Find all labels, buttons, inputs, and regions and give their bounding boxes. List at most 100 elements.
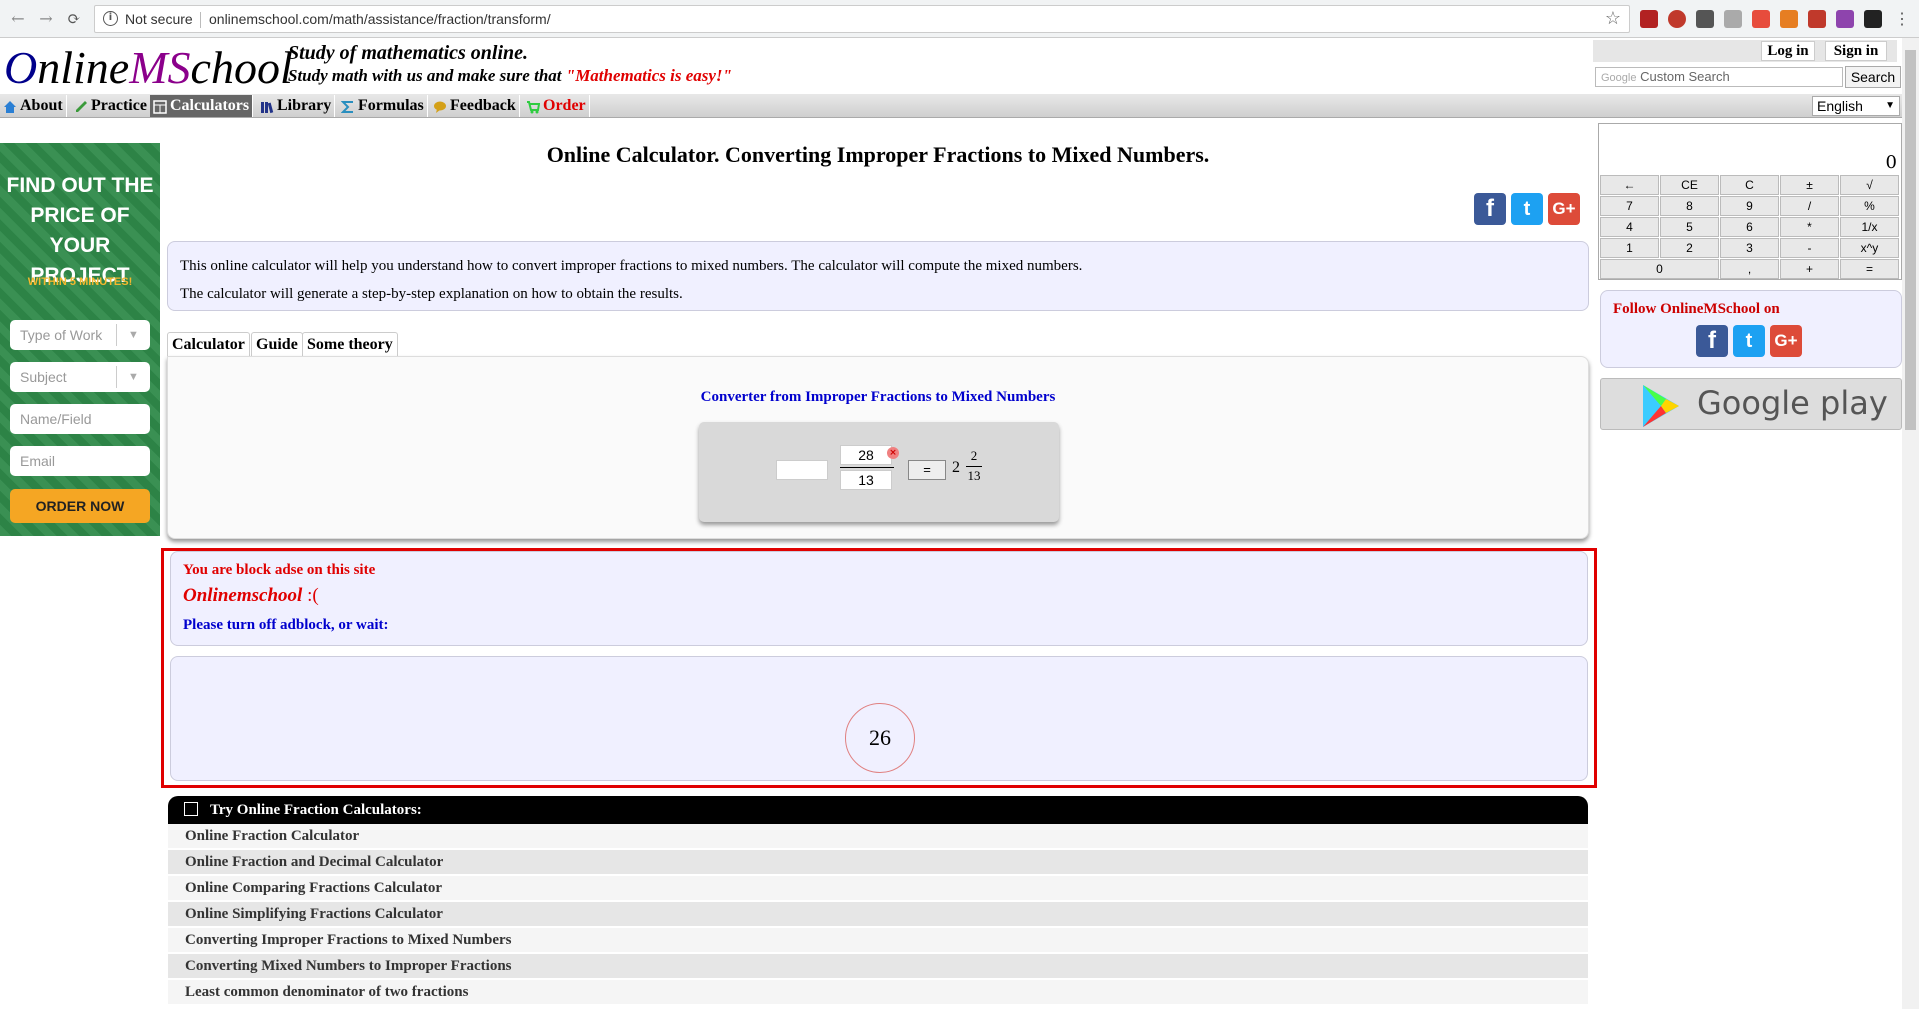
twitter-share-icon[interactable]: t	[1511, 193, 1543, 225]
result-denominator: 13	[967, 468, 981, 483]
nav-about[interactable]: About	[0, 95, 67, 117]
facebook-share-icon[interactable]: f	[1474, 193, 1506, 225]
tagline-sub: Study math with us and make sure that "M…	[288, 66, 732, 85]
calc-key-ce[interactable]: CE	[1660, 175, 1719, 195]
twitter-follow-icon[interactable]: t	[1733, 325, 1765, 357]
forward-icon[interactable]: →	[36, 9, 56, 29]
chevron-down-icon: ▼	[116, 324, 150, 346]
calc-key-5[interactable]: 5	[1660, 217, 1719, 237]
calc-key-8[interactable]: 8	[1660, 196, 1719, 216]
nav-feedback[interactable]: Feedback	[430, 95, 520, 117]
nav-library[interactable]: Library	[257, 95, 336, 117]
extension-icon[interactable]	[1780, 10, 1798, 28]
nav-order[interactable]: Order	[523, 95, 590, 117]
equals-button[interactable]: =	[908, 460, 946, 480]
intro-box: This online calculator will help you und…	[167, 241, 1589, 311]
tab-some-theory[interactable]: Some theory	[302, 332, 398, 356]
nav-practice[interactable]: Practice	[71, 95, 151, 117]
feedback-icon	[433, 99, 447, 113]
calc-key-backspace[interactable]: ←	[1600, 175, 1659, 195]
calc-key-plus[interactable]: +	[1780, 259, 1839, 279]
fraction-calc-link[interactable]: Online Fraction and Decimal Calculator	[168, 850, 1588, 875]
ad-subject-select[interactable]: Subject ▼	[10, 362, 150, 392]
tab-calculator[interactable]: Calculator	[167, 332, 250, 356]
login-button[interactable]: Log in	[1761, 41, 1815, 61]
adblock-line2: Onlinemschool :(	[183, 585, 319, 606]
calculator-display: 0	[1885, 152, 1897, 173]
google-play-badge[interactable]: Google play	[1600, 378, 1902, 430]
fraction-calc-link[interactable]: Converting Improper Fractions to Mixed N…	[168, 928, 1588, 953]
follow-box: Follow OnlineMSchool on f t G+	[1600, 290, 1902, 368]
calc-key-divide[interactable]: /	[1780, 196, 1839, 216]
nav-formulas[interactable]: Formulas	[338, 95, 428, 117]
fraction-calc-link[interactable]: Online Fraction Calculator	[168, 824, 1588, 849]
ublock-extension-icon[interactable]	[1640, 10, 1658, 28]
numerator-input[interactable]: 28	[840, 445, 892, 465]
extension-icon[interactable]	[1724, 10, 1742, 28]
tab-guide[interactable]: Guide	[251, 332, 303, 356]
calc-key-clear[interactable]: C	[1720, 175, 1779, 195]
calc-key-equals[interactable]: =	[1840, 259, 1899, 279]
calc-key-4[interactable]: 4	[1600, 217, 1659, 237]
calculator-icon	[153, 99, 167, 114]
back-icon[interactable]: ←	[8, 9, 28, 29]
ad-subline: WITHIN 5 MINUTES!	[27, 276, 133, 288]
whole-number-input[interactable]	[776, 460, 828, 480]
calc-key-9[interactable]: 9	[1720, 196, 1779, 216]
address-bar[interactable]: i Not secure onlinemschool.com/math/assi…	[94, 5, 1630, 33]
fraction-calc-link[interactable]: Converting Mixed Numbers to Improper Fra…	[168, 954, 1588, 979]
calc-key-power[interactable]: x^y	[1840, 238, 1899, 258]
denominator-input[interactable]: 13	[840, 470, 892, 490]
calc-key-6[interactable]: 6	[1720, 217, 1779, 237]
extension-icon[interactable]	[1808, 10, 1826, 28]
calc-key-plus-minus[interactable]: ±	[1780, 175, 1839, 195]
calc-key-sqrt[interactable]: √	[1840, 175, 1899, 195]
calc-key-1[interactable]: 1	[1600, 238, 1659, 258]
calc-key-reciprocal[interactable]: 1/x	[1840, 217, 1899, 237]
googleplus-share-icon[interactable]: G+	[1548, 193, 1580, 225]
fraction-calc-link[interactable]: Least common denominator of two fraction…	[168, 980, 1588, 1005]
ad-email-field[interactable]: Email	[10, 446, 150, 476]
info-icon[interactable]: i	[103, 11, 118, 26]
search-input[interactable]: Google Custom Search	[1595, 67, 1843, 87]
adblock-notice: You are block adse on this site Onlinems…	[161, 548, 1597, 788]
ad-order-button[interactable]: ORDER NOW	[10, 489, 150, 523]
bookmark-star-icon[interactable]: ☆	[1605, 8, 1621, 29]
extension-icon[interactable]	[1696, 10, 1714, 28]
mini-calculator: 0 ← CE C ± √ 7 8 9/% 4 5 6 * 1/x 1 2 3- x^y 0, + =	[1598, 123, 1902, 280]
calc-key-7[interactable]: 7	[1600, 196, 1659, 216]
calc-key-3[interactable]: 3	[1720, 238, 1779, 258]
calc-key-multiply[interactable]: *	[1780, 217, 1839, 237]
clear-icon[interactable]: ×	[887, 447, 899, 459]
calc-key-percent[interactable]: %	[1840, 196, 1899, 216]
scrollbar-thumb[interactable]	[1905, 50, 1916, 430]
nav-calculators[interactable]: Calculators	[150, 95, 254, 117]
left-ad-banner[interactable]: FIND OUT THE PRICE OF YOUR PROJECT WITHI…	[0, 143, 160, 536]
fraction-calc-link[interactable]: Online Simplifying Fractions Calculator	[168, 902, 1588, 927]
search-button[interactable]: Search	[1845, 66, 1901, 88]
facebook-follow-icon[interactable]: f	[1696, 325, 1728, 357]
result-numerator: 2	[970, 448, 978, 463]
url-text[interactable]: onlinemschool.com/math/assistance/fracti…	[209, 11, 551, 27]
converter-title: Converter from Improper Fractions to Mix…	[700, 389, 1056, 405]
reload-icon[interactable]: ⟳	[64, 9, 84, 29]
converter-box: 28 13 × = 2 2 13	[699, 422, 1059, 522]
shield-extension-icon[interactable]	[1668, 10, 1686, 28]
feather-extension-icon[interactable]	[1836, 10, 1854, 28]
ad-type-of-work-select[interactable]: Type of Work ▼	[10, 320, 150, 350]
ad-name-field[interactable]: Name/Field	[10, 404, 150, 434]
fraction-calculators-header: Try Online Fraction Calculators:	[168, 796, 1588, 824]
lock-extension-icon[interactable]	[1864, 10, 1882, 28]
calc-key-zero[interactable]: 0	[1600, 259, 1719, 279]
language-select[interactable]: English ▼	[1812, 96, 1900, 116]
googleplus-follow-icon[interactable]: G+	[1770, 325, 1802, 357]
calc-key-2[interactable]: 2	[1660, 238, 1719, 258]
browser-menu-icon[interactable]: ⋮	[1892, 9, 1912, 29]
calc-key-minus[interactable]: -	[1780, 238, 1839, 258]
calc-key-comma[interactable]: ,	[1720, 259, 1779, 279]
books-icon	[260, 99, 274, 114]
signin-button[interactable]: Sign in	[1825, 41, 1887, 61]
site-logo[interactable]: OnlineMSchool	[4, 42, 293, 94]
fraction-calc-link[interactable]: Online Comparing Fractions Calculator	[168, 876, 1588, 901]
extension-icon[interactable]	[1752, 10, 1770, 28]
